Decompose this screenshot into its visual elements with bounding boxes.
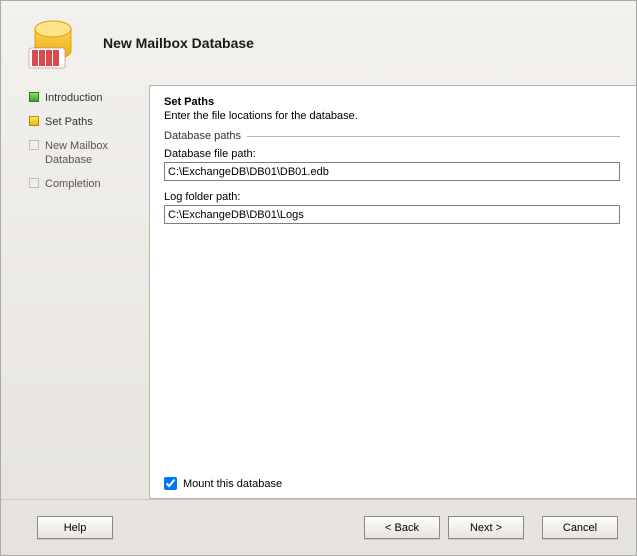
log-folder-input[interactable] bbox=[164, 205, 620, 224]
next-button[interactable]: Next > bbox=[448, 516, 524, 539]
step-status-icon bbox=[29, 140, 39, 150]
group-divider bbox=[247, 136, 620, 137]
wizard-footer: Help < Back Next > Cancel bbox=[1, 499, 636, 555]
log-folder-label: Log folder path: bbox=[164, 191, 620, 203]
group-label-text: Database paths bbox=[164, 130, 241, 142]
step-set-paths: Set Paths bbox=[29, 115, 141, 129]
step-status-icon bbox=[29, 116, 39, 126]
cancel-button[interactable]: Cancel bbox=[542, 516, 618, 539]
wizard-sidebar: Introduction Set Paths New Mailbox Datab… bbox=[1, 85, 149, 499]
wizard-header: New Mailbox Database bbox=[1, 1, 636, 85]
wizard-main-panel: Set Paths Enter the file locations for t… bbox=[149, 85, 636, 499]
step-completion: Completion bbox=[29, 177, 141, 191]
step-label: Completion bbox=[45, 177, 101, 191]
database-file-input[interactable] bbox=[164, 162, 620, 181]
mount-database-label: Mount this database bbox=[183, 478, 282, 490]
step-label: New Mailbox Database bbox=[45, 139, 141, 167]
mount-database-checkbox[interactable] bbox=[164, 477, 177, 490]
group-database-paths: Database paths bbox=[164, 130, 620, 142]
wizard-title: New Mailbox Database bbox=[103, 35, 254, 51]
mount-database-row: Mount this database bbox=[164, 477, 282, 490]
step-new-mailbox-database: New Mailbox Database bbox=[29, 139, 141, 167]
step-status-icon bbox=[29, 92, 39, 102]
step-status-icon bbox=[29, 178, 39, 188]
step-introduction: Introduction bbox=[29, 91, 141, 105]
panel-heading: Set Paths bbox=[164, 96, 620, 108]
step-label: Set Paths bbox=[45, 115, 93, 129]
wizard-window: New Mailbox Database Introduction Set Pa… bbox=[0, 0, 637, 556]
back-button[interactable]: < Back bbox=[364, 516, 440, 539]
wizard-body: Introduction Set Paths New Mailbox Datab… bbox=[1, 85, 636, 499]
help-button[interactable]: Help bbox=[37, 516, 113, 539]
panel-description: Enter the file locations for the databas… bbox=[164, 110, 620, 122]
database-icon bbox=[27, 18, 85, 79]
step-label: Introduction bbox=[45, 91, 102, 105]
database-file-label: Database file path: bbox=[164, 148, 620, 160]
